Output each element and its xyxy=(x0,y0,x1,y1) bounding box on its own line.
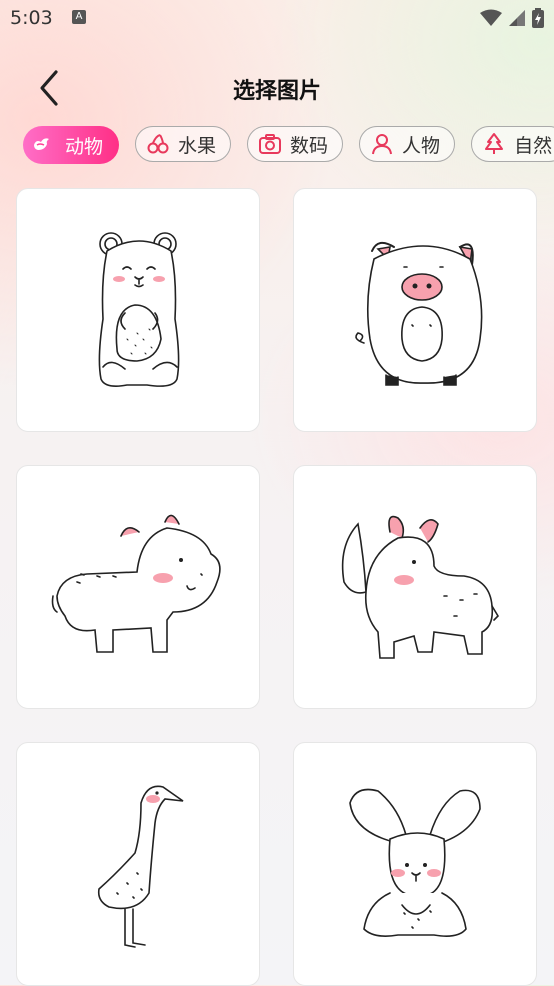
image-card-pig[interactable] xyxy=(293,188,537,432)
bear-illustration xyxy=(98,232,180,387)
tab-people[interactable]: 人物 xyxy=(359,126,456,162)
status-icons xyxy=(480,8,544,28)
tree-icon xyxy=(485,133,504,154)
battery-icon xyxy=(532,8,544,28)
tab-animals[interactable]: 动物 xyxy=(23,126,120,164)
image-card-rabbit[interactable] xyxy=(293,742,537,986)
category-tabs: 动物 水果 数码 人物 自然 xyxy=(23,126,554,164)
person-icon xyxy=(372,134,393,155)
pig-illustration xyxy=(355,241,483,386)
image-card-rhino[interactable] xyxy=(293,465,537,709)
image-card-crane[interactable] xyxy=(16,742,260,986)
image-card-hippo[interactable] xyxy=(16,465,260,709)
camera-icon xyxy=(259,134,282,154)
tab-label: 动物 xyxy=(65,135,104,158)
status-bar: 5:03 A xyxy=(0,0,554,36)
tab-label: 水果 xyxy=(178,134,217,157)
tab-nature[interactable]: 自然 xyxy=(471,126,554,162)
category-tabs-scroller[interactable]: 动物 水果 数码 人物 自然 xyxy=(0,120,554,170)
header: 选择图片 xyxy=(0,60,554,114)
tab-fruits[interactable]: 水果 xyxy=(135,126,232,162)
tab-label: 数码 xyxy=(290,134,329,157)
cherry-icon xyxy=(147,134,169,154)
image-card-bear[interactable] xyxy=(16,188,260,432)
wifi-icon xyxy=(480,9,502,26)
page-title: 选择图片 xyxy=(232,79,321,104)
crane-illustration xyxy=(97,785,184,948)
bird-icon xyxy=(34,138,49,150)
signal-icon xyxy=(509,10,525,26)
tab-digital[interactable]: 数码 xyxy=(247,126,344,162)
notification-icon: A xyxy=(72,10,86,24)
rhino-illustration xyxy=(341,515,500,659)
tab-label: 人物 xyxy=(402,134,441,157)
rabbit-illustration xyxy=(349,788,481,937)
tab-label: 自然 xyxy=(514,134,553,157)
hippo-illustration xyxy=(51,514,221,653)
status-time: 5:03 xyxy=(10,7,53,29)
